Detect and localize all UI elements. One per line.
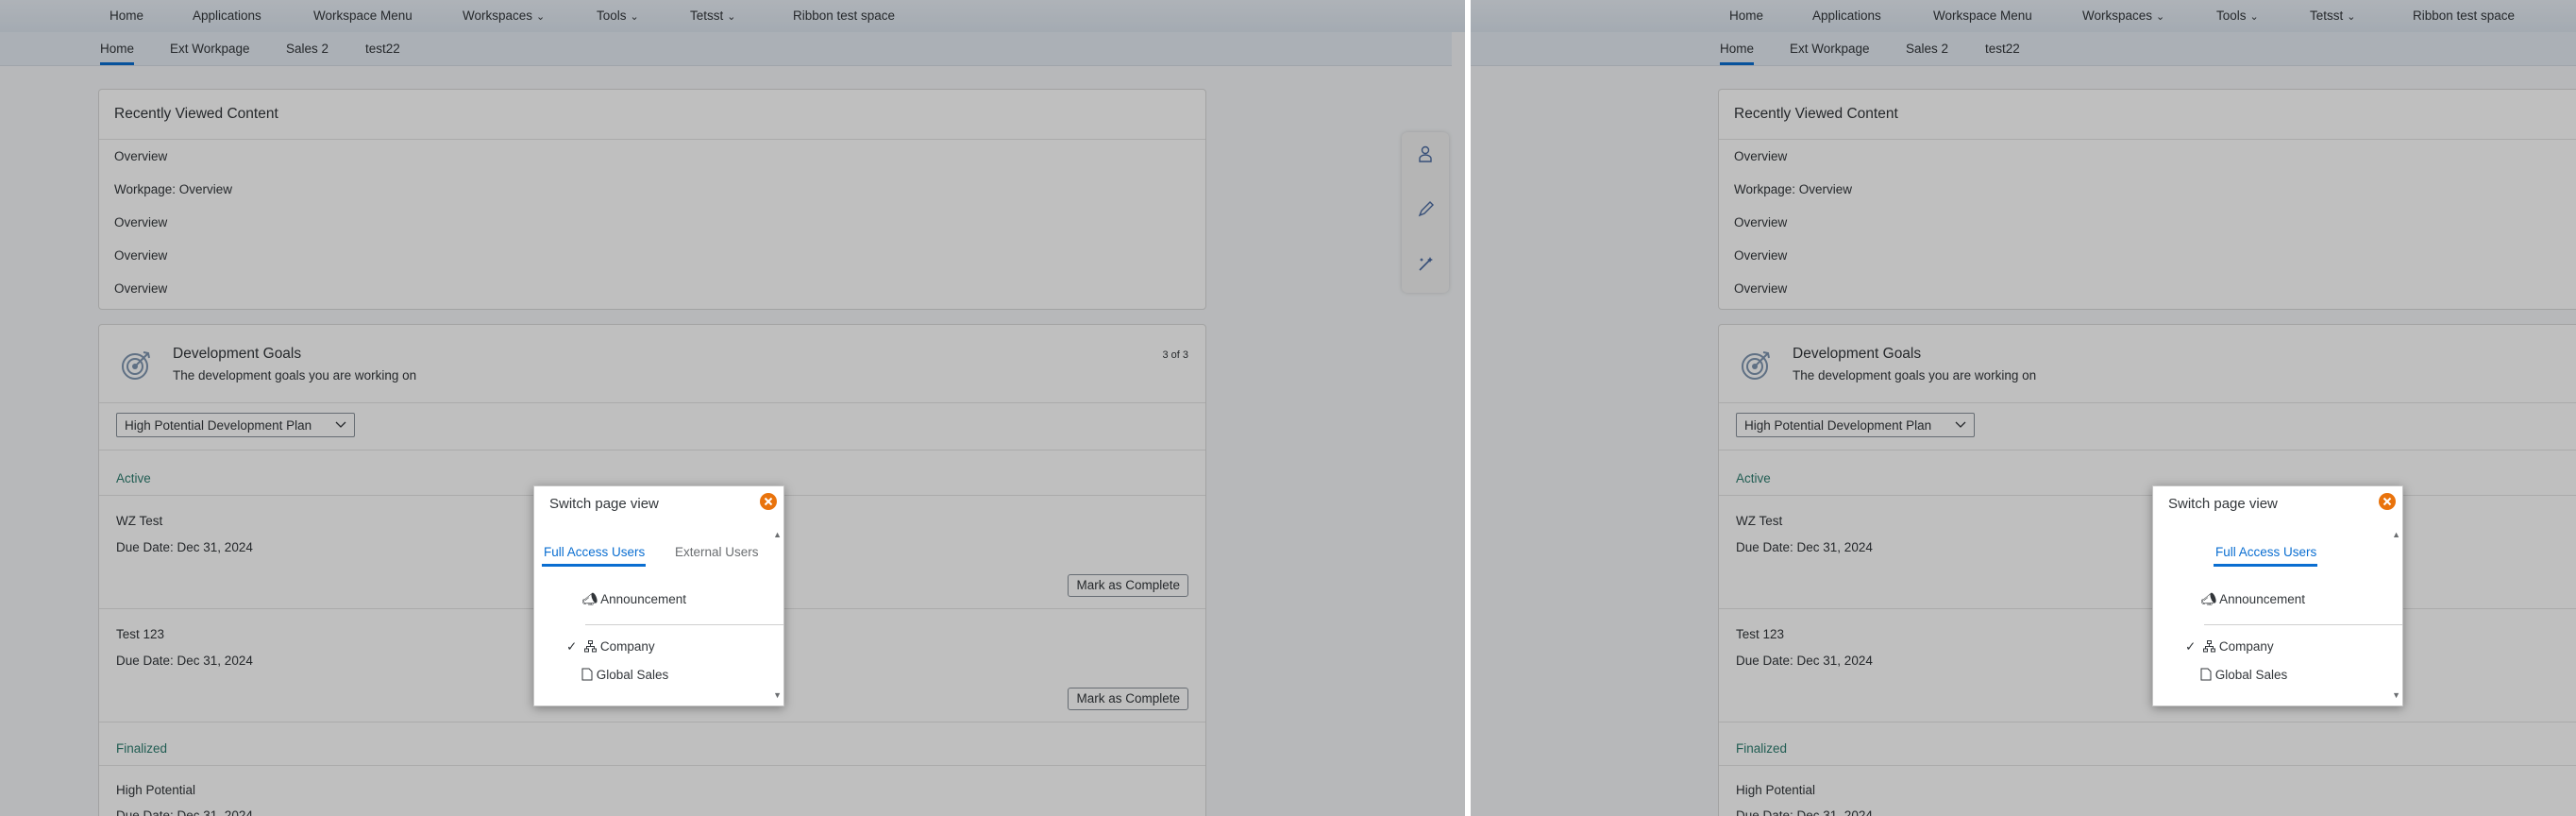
tab-external-users[interactable]: External Users [675,545,759,559]
document-icon [581,668,593,681]
screenshot-root: Home Applications Workspace Menu Workspa… [0,0,2576,816]
checkmark-icon: ✓ [566,639,578,654]
dialog-title: Switch page view [2168,496,2278,512]
view-item-label: Announcement [2219,592,2305,606]
close-icon[interactable] [759,492,778,511]
view-item-label: Company [599,639,655,654]
dialog-title: Switch page view [549,496,659,512]
divider [585,624,783,625]
switch-page-view-dialog: Switch page view Full Access Users ▲ ▼ 📣… [2152,485,2403,706]
divider [2204,624,2402,625]
left-window: Home Applications Workspace Menu Workspa… [0,0,1465,816]
view-item-company[interactable]: ✓ Company [566,639,655,654]
scroll-down-arrow[interactable]: ▼ [2392,690,2400,700]
scroll-up-arrow[interactable]: ▲ [773,530,782,539]
megaphone-icon: 📣︎ [581,592,598,606]
tab-full-access-users[interactable]: Full Access Users [544,545,645,559]
megaphone-icon: 📣︎ [2200,592,2217,606]
view-item-label: Global Sales [596,668,669,682]
scroll-down-arrow[interactable]: ▼ [773,690,782,700]
tab-underline [542,564,646,567]
close-icon[interactable] [2378,492,2397,511]
tab-underline [2214,564,2317,567]
right-window: Home Applications Workspace Menu Workspa… [1471,0,2576,816]
view-item-label: Company [2218,639,2274,654]
checkmark-icon: ✓ [2185,639,2197,654]
hierarchy-icon [584,640,598,653]
tab-full-access-users[interactable]: Full Access Users [2215,545,2316,559]
document-icon [2200,668,2212,681]
view-item-label: Announcement [600,592,686,606]
view-item-global-sales[interactable]: Global Sales [581,668,668,682]
view-item-company[interactable]: ✓ Company [2185,639,2274,654]
view-item-announcement[interactable]: 📣︎ Announcement [581,592,686,607]
switch-page-view-dialog: Switch page view Full Access Users Exter… [533,485,784,706]
hierarchy-icon [2203,640,2216,653]
view-item-announcement[interactable]: 📣︎ Announcement [2200,592,2305,607]
view-item-global-sales[interactable]: Global Sales [2200,668,2287,682]
modal-overlay [1471,0,2576,816]
scroll-up-arrow[interactable]: ▲ [2392,530,2400,539]
view-item-label: Global Sales [2214,668,2288,682]
